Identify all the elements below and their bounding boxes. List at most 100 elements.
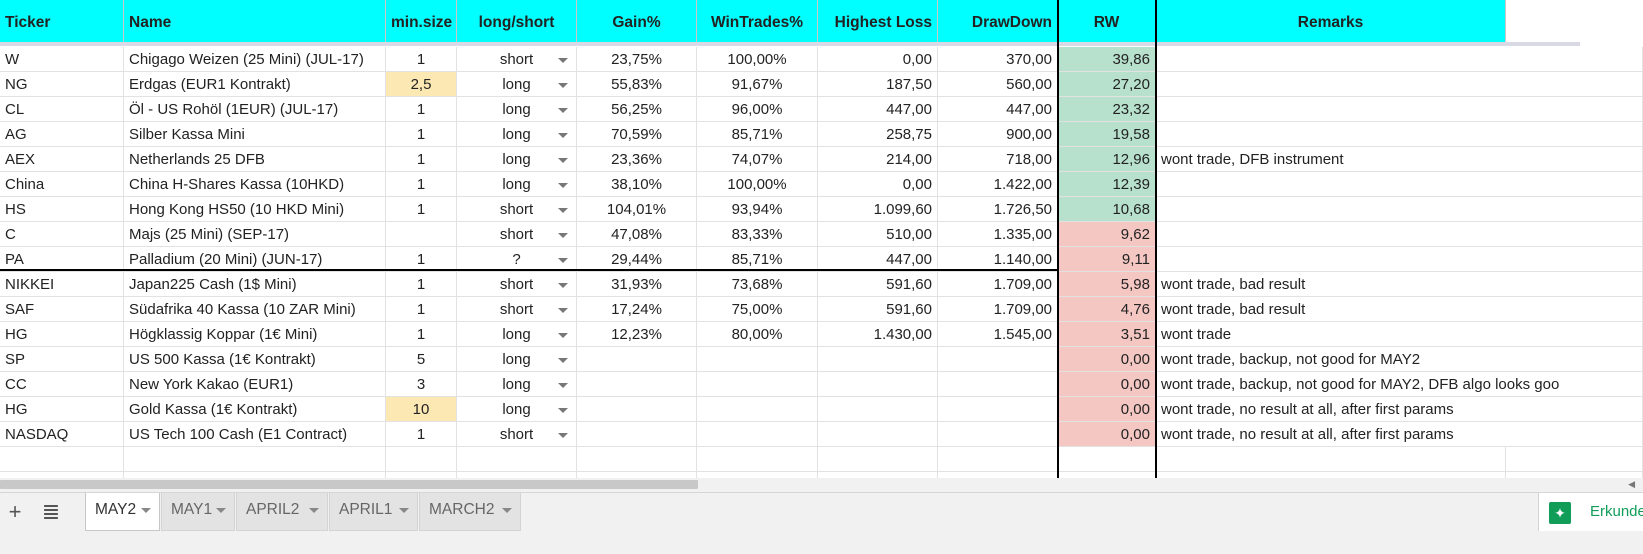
header-minsize[interactable]: min.size bbox=[386, 0, 457, 46]
longshort-dropdown[interactable]: long bbox=[457, 397, 577, 422]
cell-remarks[interactable] bbox=[1156, 47, 1506, 72]
cell-remarks[interactable] bbox=[1156, 447, 1506, 472]
cell-gain[interactable] bbox=[577, 447, 697, 472]
longshort-dropdown[interactable]: long bbox=[457, 72, 577, 97]
cell-name[interactable]: Netherlands 25 DFB bbox=[124, 147, 386, 172]
cell-rw[interactable] bbox=[1058, 447, 1156, 472]
cell-wintrades[interactable] bbox=[697, 422, 818, 447]
cell-wintrades[interactable]: 85,71% bbox=[697, 122, 818, 147]
scrollbar-thumb[interactable] bbox=[0, 480, 698, 489]
cell-longshort[interactable] bbox=[457, 447, 577, 472]
cell-rw[interactable]: 39,86 bbox=[1058, 47, 1156, 72]
cell-remarks[interactable] bbox=[1156, 72, 1506, 97]
cell-ticker[interactable]: China bbox=[0, 172, 124, 197]
cell-rw[interactable]: 10,68 bbox=[1058, 197, 1156, 222]
cell-rw[interactable]: 0,00 bbox=[1058, 422, 1156, 447]
cell-rw[interactable]: 0,00 bbox=[1058, 347, 1156, 372]
cell-drawdown[interactable] bbox=[938, 422, 1058, 447]
cell-remarks[interactable]: wont trade, backup, not good for MAY2 bbox=[1156, 347, 1506, 372]
cell-highestloss[interactable]: 0,00 bbox=[818, 172, 938, 197]
header-highestloss[interactable]: Highest Loss bbox=[818, 0, 938, 46]
cell-name[interactable]: Hong Kong HS50 (10 HKD Mini) bbox=[124, 197, 386, 222]
cell-name[interactable]: Silber Kassa Mini bbox=[124, 122, 386, 147]
cell-minsize[interactable]: 3 bbox=[386, 372, 457, 397]
cell-highestloss[interactable]: 591,60 bbox=[818, 297, 938, 322]
cell-drawdown[interactable]: 718,00 bbox=[938, 147, 1058, 172]
cell-gain[interactable] bbox=[577, 422, 697, 447]
cell-rw[interactable]: 5,98 bbox=[1058, 272, 1156, 297]
cell-ticker[interactable]: HG bbox=[0, 397, 124, 422]
cell-gain[interactable]: 12,23% bbox=[577, 322, 697, 347]
cell-highestloss[interactable] bbox=[818, 422, 938, 447]
longshort-dropdown[interactable]: short bbox=[457, 47, 577, 72]
cell-ticker[interactable]: AG bbox=[0, 122, 124, 147]
cell-gain[interactable]: 104,01% bbox=[577, 197, 697, 222]
cell-highestloss[interactable]: 1.430,00 bbox=[818, 322, 938, 347]
cell-highestloss[interactable]: 510,00 bbox=[818, 222, 938, 247]
longshort-dropdown[interactable]: short bbox=[457, 297, 577, 322]
sheet-tab-may2[interactable]: MAY2 bbox=[85, 493, 160, 531]
sheet-tab-may1[interactable]: MAY1 bbox=[161, 493, 235, 531]
sheet-tab-april1[interactable]: APRIL1 bbox=[329, 493, 418, 531]
header-longshort[interactable]: long/short bbox=[457, 0, 577, 46]
cell-gain[interactable]: 47,08% bbox=[577, 222, 697, 247]
cell-wintrades[interactable] bbox=[697, 347, 818, 372]
cell-highestloss[interactable]: 214,00 bbox=[818, 147, 938, 172]
cell-minsize[interactable]: 1 bbox=[386, 297, 457, 322]
cell-rw[interactable]: 27,20 bbox=[1058, 72, 1156, 97]
cell-minsize[interactable]: 1 bbox=[386, 197, 457, 222]
cell-wintrades[interactable]: 100,00% bbox=[697, 172, 818, 197]
cell-ticker[interactable] bbox=[0, 447, 124, 472]
cell-remarks[interactable]: wont trade, no result at all, after firs… bbox=[1156, 422, 1506, 447]
cell-wintrades[interactable]: 80,00% bbox=[697, 322, 818, 347]
cell-extra[interactable] bbox=[1506, 47, 1643, 72]
chevron-down-icon[interactable] bbox=[399, 508, 409, 513]
chevron-down-icon[interactable] bbox=[558, 158, 568, 163]
cell-gain[interactable] bbox=[577, 372, 697, 397]
longshort-dropdown[interactable]: long bbox=[457, 372, 577, 397]
cell-ticker[interactable]: HS bbox=[0, 197, 124, 222]
explore-button[interactable]: ✦ Erkunden bbox=[1538, 493, 1643, 531]
cell-drawdown[interactable]: 1.335,00 bbox=[938, 222, 1058, 247]
add-sheet-button[interactable]: + bbox=[0, 493, 30, 531]
cell-drawdown[interactable]: 1.422,00 bbox=[938, 172, 1058, 197]
chevron-down-icon[interactable] bbox=[558, 433, 568, 438]
cell-minsize[interactable]: 1 bbox=[386, 172, 457, 197]
cell-extra[interactable] bbox=[1506, 222, 1643, 247]
cell-name[interactable]: Öl - US Rohöl (1EUR) (JUL-17) bbox=[124, 97, 386, 122]
header-remarks[interactable]: Remarks bbox=[1156, 0, 1506, 46]
cell-gain[interactable] bbox=[577, 347, 697, 372]
cell-minsize[interactable]: 1 bbox=[386, 122, 457, 147]
cell-gain[interactable]: 38,10% bbox=[577, 172, 697, 197]
cell-extra[interactable] bbox=[1506, 122, 1643, 147]
cell-extra[interactable] bbox=[1506, 347, 1643, 372]
cell-ticker[interactable]: CC bbox=[0, 372, 124, 397]
header-drawdown[interactable]: DrawDown bbox=[938, 0, 1058, 46]
cell-remarks[interactable]: wont trade, bad result bbox=[1156, 272, 1506, 297]
chevron-down-icon[interactable] bbox=[558, 183, 568, 188]
cell-gain[interactable]: 23,75% bbox=[577, 47, 697, 72]
chevron-down-icon[interactable] bbox=[558, 258, 568, 263]
cell-gain[interactable]: 56,25% bbox=[577, 97, 697, 122]
cell-highestloss[interactable] bbox=[818, 372, 938, 397]
cell-minsize[interactable]: 5 bbox=[386, 347, 457, 372]
cell-ticker[interactable]: NG bbox=[0, 72, 124, 97]
cell-highestloss[interactable]: 0,00 bbox=[818, 47, 938, 72]
cell-gain[interactable]: 31,93% bbox=[577, 272, 697, 297]
cell-extra[interactable] bbox=[1506, 422, 1643, 447]
chevron-down-icon[interactable] bbox=[558, 358, 568, 363]
cell-extra[interactable] bbox=[1506, 147, 1643, 172]
longshort-dropdown[interactable]: short bbox=[457, 197, 577, 222]
longshort-dropdown[interactable]: short bbox=[457, 222, 577, 247]
chevron-down-icon[interactable] bbox=[558, 308, 568, 313]
cell-extra[interactable] bbox=[1506, 372, 1643, 397]
cell-name[interactable]: New York Kakao (EUR1) bbox=[124, 372, 386, 397]
cell-wintrades[interactable]: 75,00% bbox=[697, 297, 818, 322]
chevron-down-icon[interactable] bbox=[502, 508, 512, 513]
cell-rw[interactable]: 9,11 bbox=[1058, 247, 1156, 272]
cell-ticker[interactable]: SAF bbox=[0, 297, 124, 322]
cell-wintrades[interactable]: 73,68% bbox=[697, 272, 818, 297]
cell-extra[interactable] bbox=[1506, 172, 1643, 197]
cell-rw[interactable]: 12,39 bbox=[1058, 172, 1156, 197]
cell-remarks[interactable] bbox=[1156, 97, 1506, 122]
